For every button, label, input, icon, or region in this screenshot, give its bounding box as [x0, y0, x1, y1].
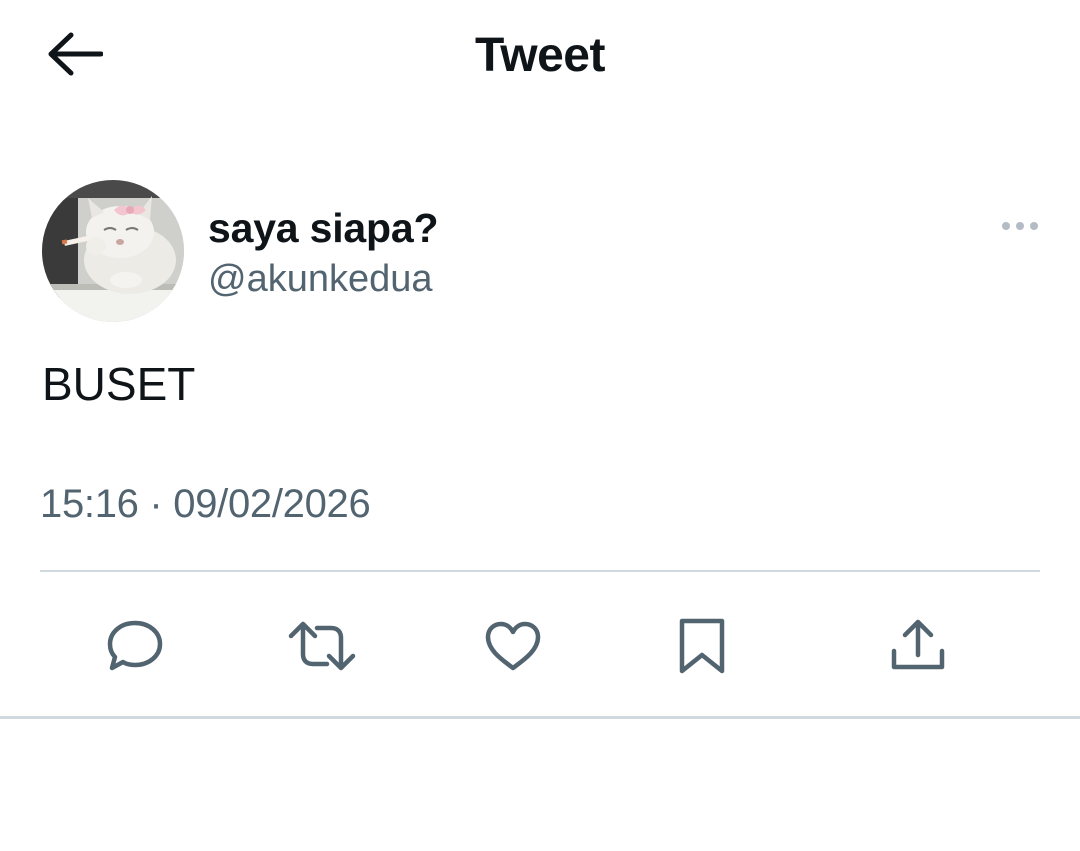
divider — [0, 716, 1080, 719]
heart-icon — [484, 620, 542, 677]
more-options-button[interactable] — [994, 208, 1046, 248]
retweet-button[interactable] — [284, 610, 360, 686]
retweet-icon — [287, 620, 357, 677]
action-bar — [0, 600, 1080, 690]
bookmark-icon — [676, 617, 728, 680]
tweet-text: BUSET — [42, 358, 196, 410]
more-horizontal-icon — [1000, 219, 1040, 237]
like-button[interactable] — [475, 610, 551, 686]
user-handle[interactable]: @akunkedua — [208, 256, 433, 302]
tweet-timestamp[interactable]: 15:16 · 09/02/2026 — [40, 481, 371, 527]
share-icon — [889, 617, 947, 680]
avatar-cat-photo — [42, 180, 184, 322]
bookmark-button[interactable] — [664, 610, 740, 686]
page-title: Tweet — [475, 29, 605, 82]
reply-button[interactable] — [97, 610, 173, 686]
avatar[interactable] — [42, 180, 184, 322]
reply-icon — [106, 619, 164, 678]
top-bar: Tweet — [0, 0, 1080, 110]
divider — [40, 570, 1040, 572]
display-name[interactable]: saya siapa? — [208, 204, 438, 252]
share-button[interactable] — [880, 610, 956, 686]
